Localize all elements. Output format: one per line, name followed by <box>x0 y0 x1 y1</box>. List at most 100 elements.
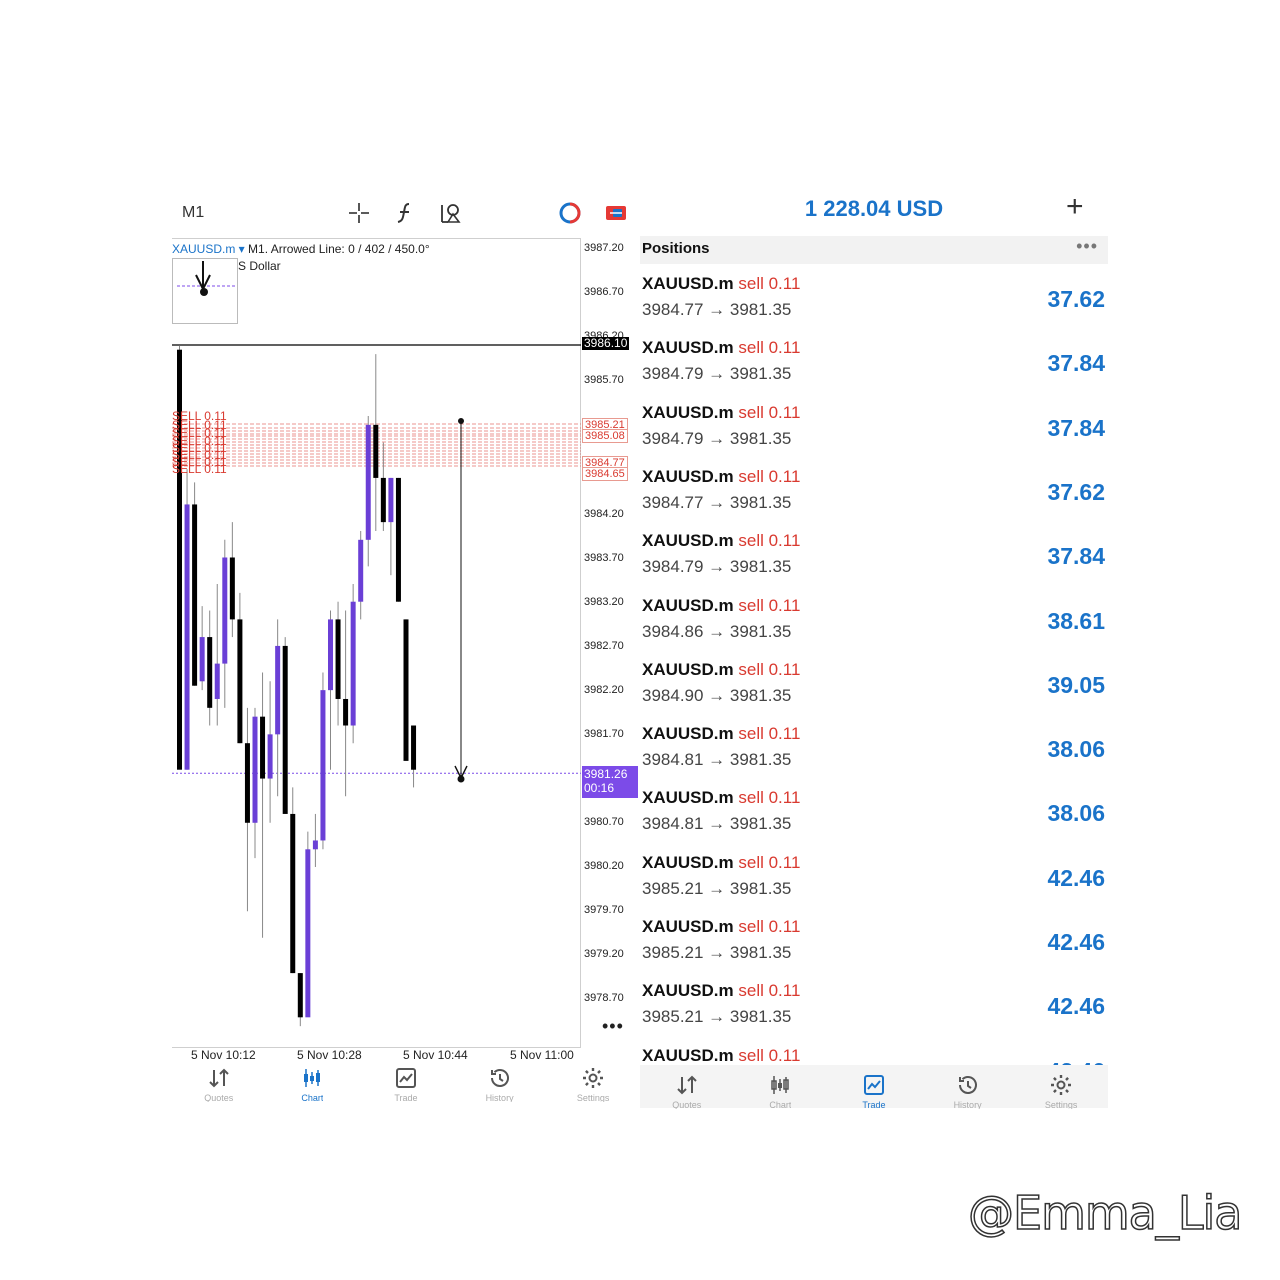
nav-chart[interactable]: Chart <box>282 1066 342 1102</box>
price-label: 3983.20 <box>584 596 624 608</box>
symbol-selector[interactable]: XAUUSD.m <box>172 242 235 256</box>
candle <box>320 690 326 841</box>
position-prices: 3984.90 → 3981.35 <box>642 685 792 705</box>
position-title: XAUUSD.m sell 0.11 <box>642 596 800 616</box>
positions-screen: 1 228.04 USD + Positions ••• XAUUSD.m se… <box>640 190 1108 1109</box>
position-profit: 42.46 <box>1047 993 1105 1020</box>
price-label: 3979.70 <box>584 904 624 916</box>
position-profit: 37.62 <box>1047 286 1105 312</box>
indicator-info: M1. Arrowed Line: 0 / 402 / 450.0° <box>248 242 430 256</box>
crosshair-icon[interactable] <box>346 200 372 226</box>
position-type: sell 0.11 <box>738 981 801 1001</box>
position-profit: 38.61 <box>1047 607 1105 634</box>
position-symbol: XAUUSD.m <box>642 917 734 936</box>
one-click-icon[interactable] <box>557 200 583 226</box>
nav-label: Trade <box>394 1093 418 1102</box>
history-icon <box>958 1076 977 1094</box>
timeframe-selector[interactable]: M1 <box>182 204 204 222</box>
positions-list: XAUUSD.m sell 0.11 3984.77 → 3981.35 37.62… <box>640 274 1108 1065</box>
chart-screen: M1 XAUUSD.m ▾ M1. Arrowed Line: 0 / 402 … <box>172 190 640 1108</box>
position-row[interactable]: XAUUSD.m sell 0.11 3985.21 → 3981.35 42.46 <box>640 981 1108 1045</box>
position-profit: 42.46 <box>1047 864 1105 891</box>
nav-history[interactable]: History <box>470 1066 530 1102</box>
position-type: sell 0.11 <box>738 274 801 293</box>
candle <box>388 477 394 523</box>
position-prices: 3984.86 → 3981.35 <box>642 621 792 641</box>
position-profit: 38.06 <box>1047 736 1105 763</box>
position-symbol: XAUUSD.m <box>642 531 734 551</box>
nav-chart[interactable]: Chart <box>750 1073 810 1109</box>
trade-icon <box>395 1068 416 1088</box>
position-row[interactable]: XAUUSD.m sell 0.11 3984.79 → 3981.35 37.84 <box>640 338 1108 402</box>
candle <box>244 743 250 823</box>
candle <box>199 637 205 682</box>
position-prices: 3984.79 → 3981.35 <box>642 557 792 577</box>
time-label: 5 Nov 10:12 <box>191 1048 256 1062</box>
nav-trade[interactable]: Trade <box>844 1073 904 1109</box>
quotes-icon <box>677 1075 697 1095</box>
time-label: 5 Nov 10:28 <box>297 1048 362 1062</box>
trade-icon[interactable] <box>603 200 629 226</box>
nav-quotes[interactable]: Quotes <box>657 1073 717 1109</box>
position-title: XAUUSD.m sell 0.11 <box>642 724 800 744</box>
position-profit: 37.84 <box>1047 350 1105 377</box>
nav-label: History <box>953 1100 982 1109</box>
bid-price: 3981.26 <box>584 767 628 781</box>
position-profit: 39.05 <box>1047 671 1105 698</box>
position-profit: 42.46 <box>1047 1058 1105 1065</box>
nav-label: History <box>485 1093 514 1102</box>
position-row[interactable]: XAUUSD.m sell 0.113985.21 → 3981.3542.46 <box>640 917 1108 981</box>
history-icon <box>490 1069 509 1087</box>
chart-icon <box>304 1069 321 1087</box>
position-row[interactable]: XAUUSD.m sell 0.11 3984.79 → 3981.35 37.84 <box>640 531 1108 595</box>
order-price-tag: 3985.08 <box>582 429 628 443</box>
candle <box>260 716 266 779</box>
candle <box>184 504 190 770</box>
candle <box>252 716 258 823</box>
time-label: 5 Nov 10:44 <box>403 1048 468 1062</box>
candle <box>365 424 371 540</box>
position-title: XAUUSD.m sell 0.11 <box>642 467 800 487</box>
position-row[interactable]: XAUUSD.m sell 0.11 3984.90 → 3981.35 39.05 <box>640 660 1108 724</box>
candle <box>305 849 311 1018</box>
settings-icon <box>583 1068 604 1088</box>
objects-icon[interactable] <box>438 200 464 226</box>
positions-menu-button[interactable]: ••• <box>1076 236 1098 257</box>
position-row[interactable]: XAUUSD.m sell 0.113985.21 → 3981.3542.46 <box>640 853 1108 917</box>
position-row[interactable]: XAUUSD.m sell 0.11 3984.86 → 3981.35 38.61 <box>640 596 1108 660</box>
chart-info: XAUUSD.m ▾ M1. Arrowed Line: 0 / 402 / 4… <box>172 242 430 256</box>
position-symbol: XAUUSD.m <box>642 466 734 486</box>
position-symbol: XAUUSD.m <box>642 981 734 1001</box>
more-menu-button[interactable]: ••• <box>602 1016 624 1037</box>
position-prices: 3984.81 → 3981.35 <box>642 814 792 834</box>
nav-settings[interactable]: Settings <box>1031 1073 1091 1109</box>
position-row[interactable]: XAUUSD.m sell 0.11 3984.81 → 3981.35 38.06 <box>640 724 1108 788</box>
position-symbol: XAUUSD.m <box>642 595 734 615</box>
nav-trade[interactable]: Trade <box>376 1066 436 1102</box>
chevron-down-icon[interactable]: ▾ <box>235 242 248 256</box>
position-prices: 3985.21 → 3981.35 <box>642 878 792 898</box>
position-row[interactable]: XAUUSD.m sell 0.11 3984.77 → 3981.35 37.62 <box>640 467 1108 531</box>
position-type: sell 0.11 <box>738 1045 801 1065</box>
nav-quotes[interactable]: Quotes <box>189 1066 249 1102</box>
position-profit: 38.06 <box>1047 800 1105 827</box>
position-row[interactable]: XAUUSD.m sell 0.113985.21 → 3981.3542.46 <box>640 1046 1108 1065</box>
position-row[interactable]: XAUUSD.m sell 0.11 3984.77 → 3981.35 37.62 <box>640 274 1108 338</box>
candle <box>335 619 341 699</box>
nav-history[interactable]: History <box>938 1073 998 1109</box>
price-label: 3981.70 <box>584 728 624 740</box>
candle <box>237 619 243 744</box>
new-order-button[interactable]: + <box>1066 190 1084 224</box>
position-type: sell 0.11 <box>738 466 801 486</box>
position-row[interactable]: XAUUSD.m sell 0.11 3984.79 → 3981.35 37.84 <box>640 403 1108 467</box>
position-row[interactable]: XAUUSD.m sell 0.11 3984.81 → 3981.35 38.06 <box>640 788 1108 852</box>
time-label: 5 Nov 11:00 <box>510 1048 574 1062</box>
nav-settings[interactable]: Settings <box>563 1066 623 1102</box>
bottom-nav: Quotes Chart Trade History Settings <box>640 1065 1108 1109</box>
price-label: 3979.20 <box>584 948 624 960</box>
function-icon[interactable] <box>392 200 418 226</box>
position-prices: 3985.21 → 3981.35 <box>642 1007 792 1027</box>
positions-title: Positions <box>642 240 710 257</box>
candle <box>343 698 349 726</box>
nav-label: Chart <box>301 1093 324 1102</box>
